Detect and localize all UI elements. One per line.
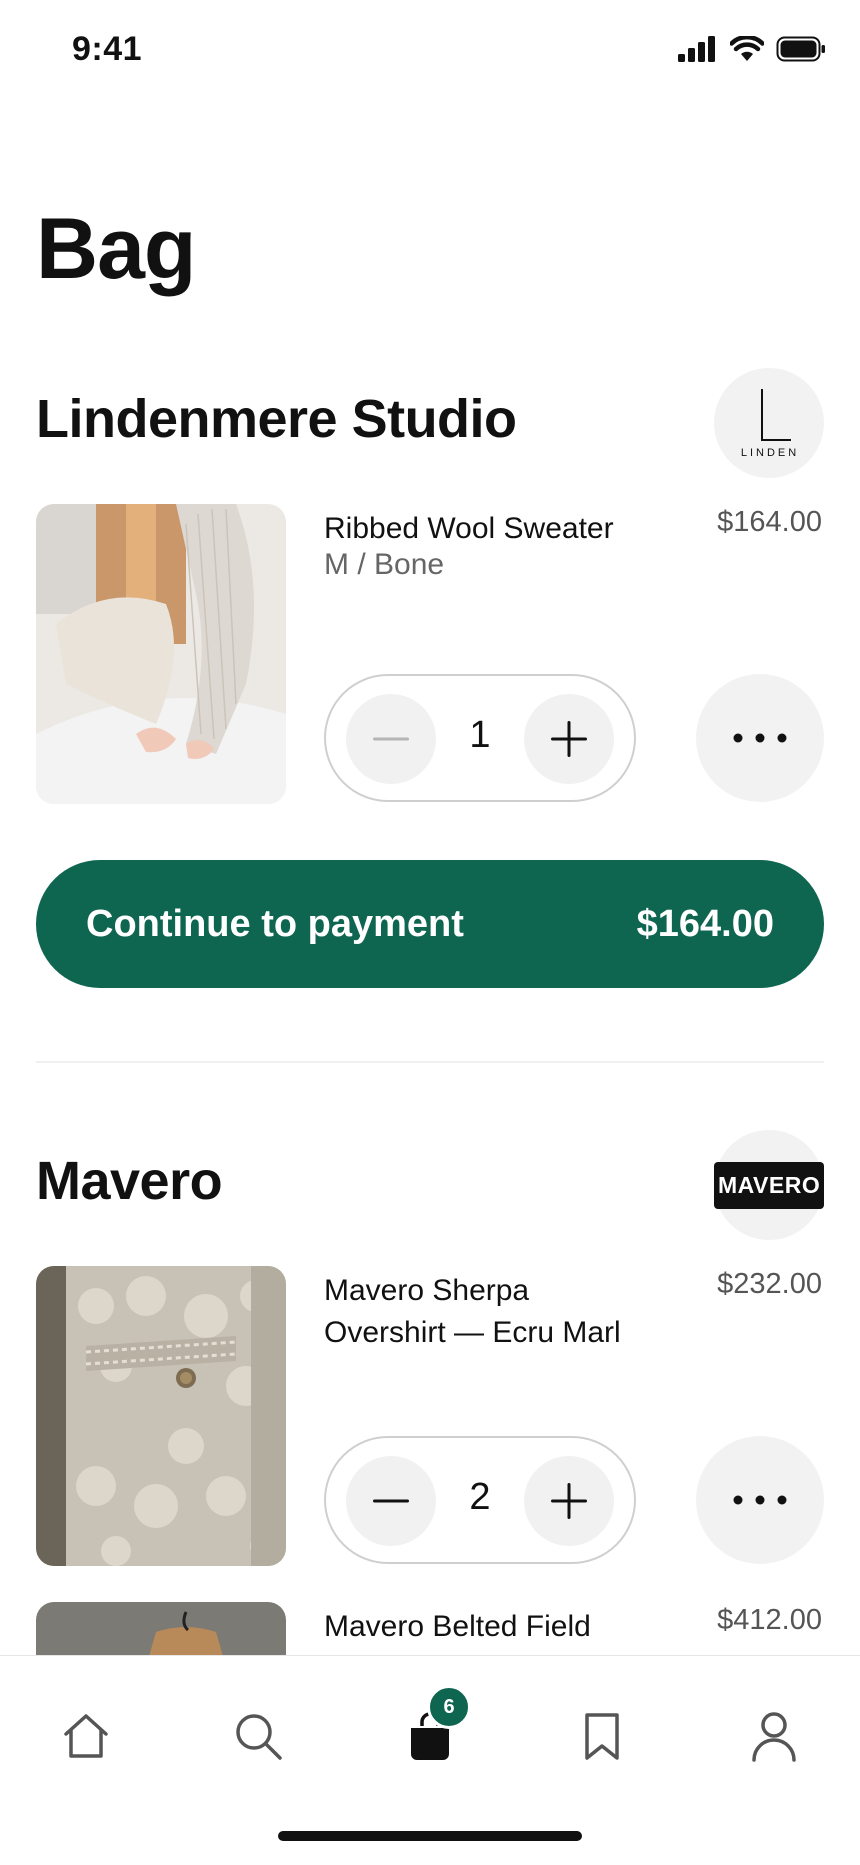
increase-quantity-button[interactable]: [524, 1456, 614, 1546]
item-name[interactable]: Mavero Belted Field: [324, 1606, 654, 1648]
store-logo[interactable]: LINDEN: [714, 368, 824, 478]
more-options-button[interactable]: [696, 674, 824, 802]
store-name: Lindenmere Studio: [36, 389, 517, 449]
payment-label: Continue to payment: [86, 902, 464, 945]
status-time: 9:41: [72, 30, 143, 68]
store-logo[interactable]: MAVERO: [714, 1130, 824, 1240]
item-price: $164.00: [717, 506, 822, 538]
increase-quantity-button[interactable]: [524, 694, 614, 784]
cellular-signal-icon: [678, 36, 715, 62]
page-title: Bag: [36, 201, 196, 297]
continue-to-payment-button[interactable]: Continue to payment $164.00: [36, 860, 824, 988]
payment-total: $164.00: [636, 902, 774, 945]
item-name[interactable]: Ribbed Wool Sweater: [324, 508, 654, 550]
profile-icon: [752, 1712, 796, 1762]
home-icon: [64, 1714, 108, 1758]
product-image[interactable]: [36, 1266, 286, 1566]
search-icon: [236, 1714, 282, 1760]
item-variant: M / Bone: [324, 548, 445, 581]
status-icons: [678, 36, 826, 62]
tab-home[interactable]: [51, 1701, 121, 1771]
mavero-logo-badge: MAVERO: [714, 1161, 824, 1209]
wifi-icon: [730, 36, 764, 61]
tab-profile[interactable]: [739, 1701, 809, 1771]
store-logo-subtext: LINDEN: [740, 447, 800, 459]
plus-icon: [551, 721, 587, 757]
battery-icon: [776, 36, 825, 62]
bag-count-badge: 6: [427, 1685, 471, 1729]
product-image[interactable]: [36, 504, 286, 804]
sweater-photo: [36, 504, 286, 804]
overshirt-photo: [36, 1266, 286, 1566]
item-price: $232.00: [717, 1268, 822, 1300]
more-icon: [733, 733, 787, 743]
section-divider: [36, 1061, 824, 1063]
more-icon: [733, 1495, 787, 1505]
more-options-button[interactable]: [696, 1436, 824, 1564]
item-name[interactable]: Mavero Sherpa Overshirt — Ecru Marl: [324, 1270, 654, 1354]
linden-logo-mark: LINDEN: [739, 383, 799, 463]
home-indicator: [278, 1831, 582, 1841]
tab-saved[interactable]: [567, 1701, 637, 1771]
tab-search[interactable]: [223, 1701, 293, 1771]
quantity-stepper: 1: [324, 674, 636, 802]
quantity-stepper: 2: [324, 1436, 636, 1564]
item-price: $412.00: [717, 1604, 822, 1636]
tab-bag[interactable]: 6: [395, 1685, 471, 1771]
store-name: Mavero: [36, 1151, 223, 1211]
plus-icon: [551, 1483, 587, 1519]
bookmark-icon: [585, 1713, 619, 1760]
